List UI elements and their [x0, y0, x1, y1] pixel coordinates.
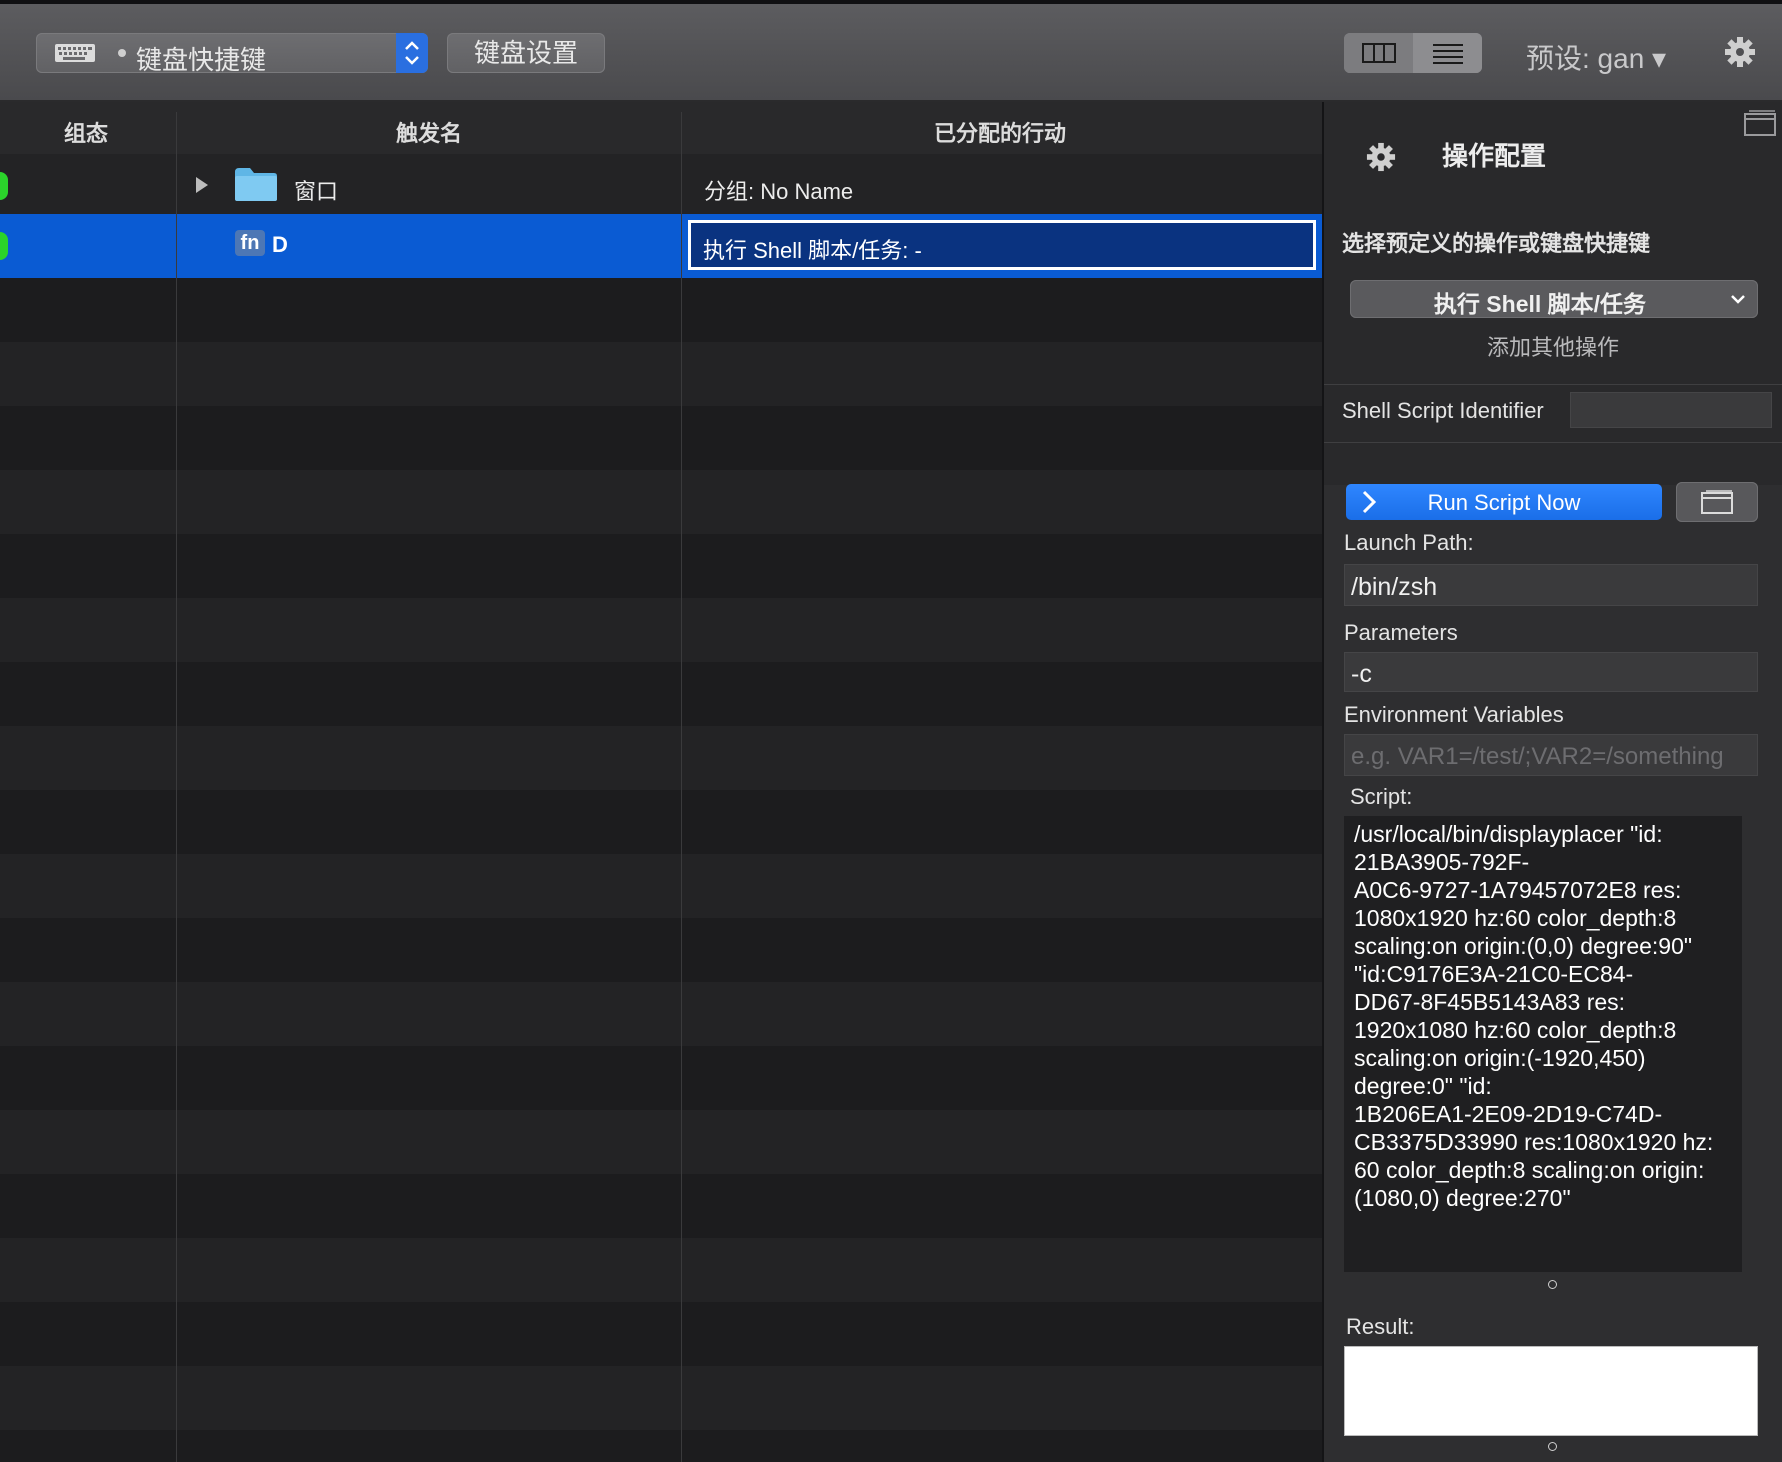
empty-row — [0, 662, 1322, 726]
empty-row — [0, 1366, 1322, 1430]
action-type-select[interactable]: 执行 Shell 脚本/任务 — [1350, 280, 1758, 318]
script-textarea[interactable]: /usr/local/bin/displayplacer "id: 21BA39… — [1344, 816, 1742, 1272]
identifier-input[interactable] — [1570, 392, 1772, 428]
list-view-icon[interactable] — [1413, 33, 1482, 73]
fn-key-badge: fn — [235, 230, 265, 256]
trigger-type-label: 键盘快捷键 — [136, 45, 267, 75]
column-header-trigger[interactable]: 触发名 — [396, 116, 462, 148]
disclosure-triangle-icon[interactable] — [194, 176, 210, 194]
view-toggle — [1344, 33, 1482, 73]
identifier-label: Shell Script Identifier — [1342, 398, 1544, 423]
env-vars-placeholder: e.g. VAR1=/test/;VAR2=/something — [1351, 743, 1724, 770]
resize-handle[interactable] — [1548, 1280, 1557, 1289]
chevron-down-icon — [1731, 295, 1745, 304]
choose-action-label: 选择预定义的操作或键盘快捷键 — [1342, 231, 1651, 256]
empty-row — [0, 342, 1322, 406]
empty-row — [0, 598, 1322, 662]
empty-row — [0, 1238, 1322, 1302]
window-icon — [1701, 490, 1733, 514]
table-row-selected[interactable]: fn D 执行 Shell 脚本/任务: - — [0, 214, 1322, 278]
run-script-label: Run Script Now — [1427, 490, 1581, 515]
divider — [1324, 442, 1782, 443]
parameters-label: Parameters — [1344, 620, 1458, 645]
launch-path-value: /bin/zsh — [1351, 573, 1438, 601]
empty-row — [0, 1046, 1322, 1110]
trigger-type-select[interactable]: 键盘快捷键 — [36, 33, 428, 75]
keyboard-icon — [55, 44, 95, 62]
column-header-state[interactable]: 组态 — [64, 116, 108, 148]
open-window-button[interactable] — [1676, 482, 1758, 522]
parameters-value: -c — [1351, 660, 1372, 688]
columns-view-icon[interactable] — [1344, 33, 1413, 73]
enabled-indicator[interactable] — [0, 232, 8, 260]
preset-selector[interactable]: 预设: gan ▾ — [1526, 37, 1666, 77]
action-config-panel: 操作配置 选择预定义的操作或键盘快捷键 执行 Shell 脚本/任务 添加其他操… — [1322, 102, 1782, 1462]
empty-row — [0, 1110, 1322, 1174]
script-label: Script: — [1350, 784, 1413, 809]
gear-icon[interactable] — [1724, 36, 1756, 68]
result-label: Result: — [1346, 1314, 1415, 1339]
empty-row — [0, 1430, 1322, 1462]
column-divider[interactable] — [176, 112, 177, 1462]
chevron-updown-icon[interactable] — [396, 33, 428, 73]
table-row[interactable]: 窗口 分组: No Name — [0, 154, 1322, 218]
env-vars-label: Environment Variables — [1344, 702, 1564, 727]
add-other-action-link[interactable]: 添加其他操作 — [1324, 330, 1782, 362]
panel-title: 操作配置 — [1442, 141, 1547, 171]
empty-row — [0, 854, 1322, 918]
table-header: 组态 触发名 已分配的行动 — [0, 102, 1322, 155]
empty-row — [0, 982, 1322, 1046]
empty-row — [0, 406, 1322, 470]
action-type-value: 执行 Shell 脚本/任务 — [1433, 291, 1647, 317]
column-header-action[interactable]: 已分配的行动 — [934, 116, 1066, 148]
empty-row — [0, 470, 1322, 534]
launch-path-input[interactable]: /bin/zsh — [1344, 564, 1758, 606]
launch-path-label: Launch Path: — [1344, 530, 1474, 555]
trigger-name: D — [272, 232, 288, 257]
divider — [1324, 384, 1782, 385]
trigger-table: 组态 触发名 已分配的行动 窗口 分组: No Name fn D 执行 She… — [0, 102, 1322, 1462]
parameters-input[interactable]: -c — [1344, 652, 1758, 692]
column-divider[interactable] — [681, 112, 682, 1462]
empty-row — [0, 726, 1322, 790]
toolbar: 键盘快捷键 键盘设置 预设: gan ▾ — [0, 0, 1782, 102]
bullet-dot — [118, 49, 126, 57]
enabled-indicator[interactable] — [0, 172, 8, 200]
empty-row — [0, 1302, 1322, 1366]
env-vars-input[interactable]: e.g. VAR1=/test/;VAR2=/something — [1344, 734, 1758, 776]
run-script-now-button[interactable]: Run Script Now — [1346, 484, 1662, 520]
trigger-name: 窗口 — [294, 179, 339, 204]
assigned-action: 分组: No Name — [704, 179, 854, 204]
folder-icon — [235, 168, 277, 201]
keyboard-settings-button[interactable]: 键盘设置 — [447, 33, 605, 73]
empty-row — [0, 1174, 1322, 1238]
empty-row — [0, 918, 1322, 982]
gear-icon — [1366, 142, 1396, 172]
empty-row — [0, 534, 1322, 598]
panel-header: 操作配置 — [1324, 102, 1782, 211]
window-icon[interactable] — [1744, 110, 1776, 136]
assigned-action-cell[interactable]: 执行 Shell 脚本/任务: - — [688, 220, 1316, 270]
title-bar-edge — [0, 0, 1782, 4]
resize-handle[interactable] — [1548, 1442, 1557, 1451]
assigned-action: 执行 Shell 脚本/任务: - — [703, 238, 922, 263]
empty-row — [0, 278, 1322, 342]
empty-row — [0, 790, 1322, 854]
result-textarea[interactable] — [1344, 1346, 1758, 1436]
